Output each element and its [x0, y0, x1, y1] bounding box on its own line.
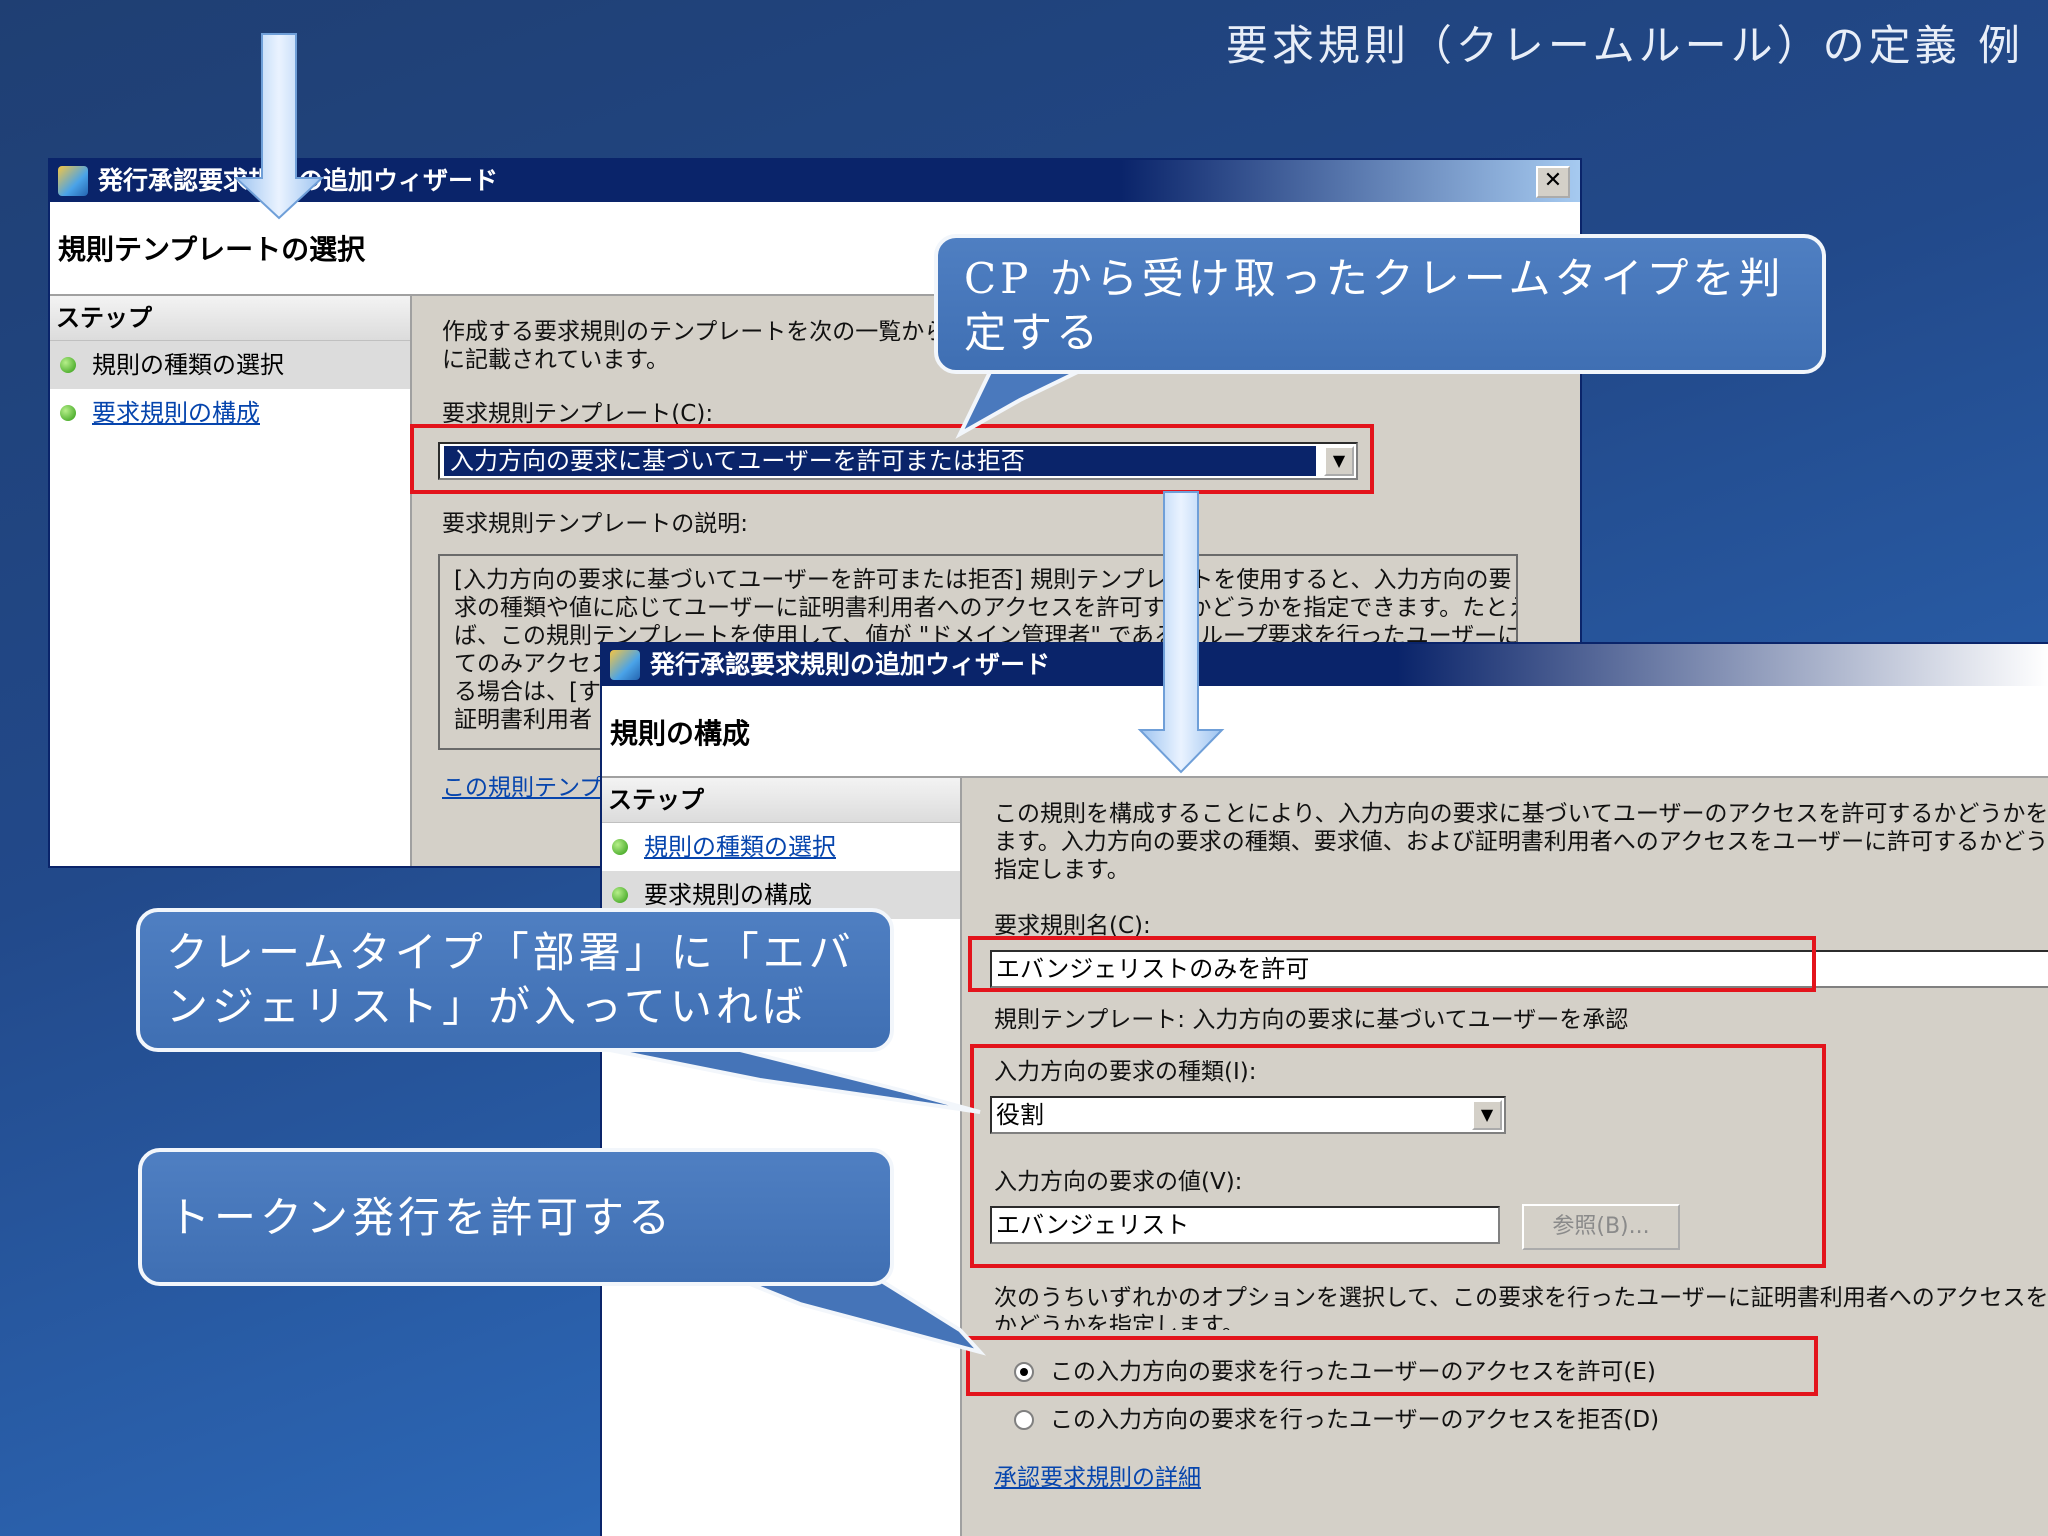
callout-tail	[955, 364, 1091, 439]
down-arrow-icon	[1137, 491, 1225, 774]
callout-department-evangelist: クレームタイプ「部署」に「エバ ンジェリスト」が入っていれば	[136, 908, 894, 1052]
down-arrow-icon	[233, 33, 325, 220]
callout-allow-token-issue: トークン発行を許可する	[138, 1148, 894, 1286]
callout-judge-claim-type: CP から受け取ったクレームタイプを判 定する	[934, 234, 1826, 374]
callout-tail	[739, 1278, 987, 1356]
annotation-overlay	[233, 33, 1225, 1356]
